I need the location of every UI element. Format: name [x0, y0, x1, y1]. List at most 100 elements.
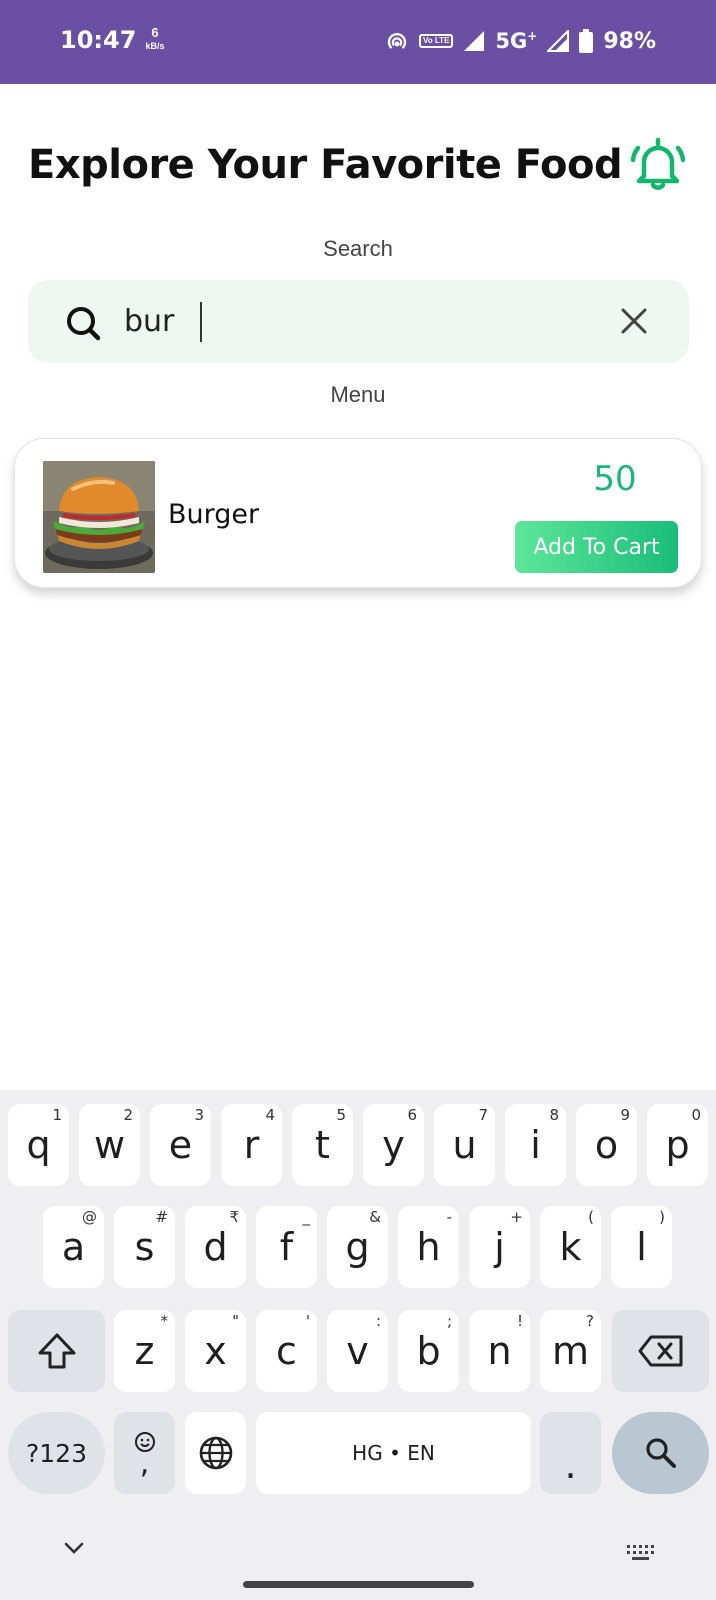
- key-r[interactable]: r4: [221, 1104, 282, 1186]
- key-o[interactable]: o9: [576, 1104, 637, 1186]
- menu-item-card[interactable]: Burger 50 Add To Cart: [14, 438, 702, 588]
- space-label: HG • EN: [352, 1441, 435, 1465]
- key-hint: 5: [336, 1106, 346, 1124]
- key-hint: _: [302, 1208, 311, 1226]
- key-hint: !: [516, 1312, 523, 1330]
- keyboard-switch-icon[interactable]: [626, 1544, 656, 1562]
- search-icon: [67, 307, 101, 341]
- key-hint: 2: [123, 1106, 133, 1124]
- key-hint: 3: [194, 1106, 204, 1124]
- key-u[interactable]: u7: [434, 1104, 495, 1186]
- key-label: q: [26, 1123, 51, 1167]
- text-caret: [200, 302, 202, 342]
- key-p[interactable]: p0: [647, 1104, 708, 1186]
- key-g[interactable]: g &: [327, 1206, 388, 1288]
- key-label: s: [134, 1225, 155, 1269]
- key-label: n: [487, 1329, 512, 1373]
- key-hint: 1: [52, 1106, 62, 1124]
- key-l[interactable]: l): [611, 1206, 672, 1288]
- item-price: 50: [593, 459, 637, 499]
- key-hint: 6: [407, 1106, 417, 1124]
- key-label: y: [382, 1123, 405, 1167]
- close-icon[interactable]: [619, 306, 649, 336]
- key-hint: +: [510, 1208, 523, 1226]
- symbols-key[interactable]: ?123: [8, 1412, 105, 1494]
- key-hint: 8: [549, 1106, 559, 1124]
- shift-key[interactable]: [8, 1310, 105, 1392]
- key-a[interactable]: a @: [43, 1206, 104, 1288]
- space-bar[interactable]: HG • EN: [256, 1412, 531, 1494]
- key-label: m: [551, 1329, 590, 1373]
- key-h[interactable]: h-: [398, 1206, 459, 1288]
- key-d[interactable]: d ₹: [185, 1206, 246, 1288]
- net-speed: 6 kB/s: [142, 26, 168, 51]
- key-n[interactable]: n!: [469, 1310, 530, 1392]
- key-hint: ': [305, 1312, 310, 1330]
- key-s[interactable]: s #: [114, 1206, 175, 1288]
- key-f[interactable]: f _: [256, 1206, 317, 1288]
- key-hint: @: [82, 1208, 97, 1226]
- key-y[interactable]: y6: [363, 1104, 424, 1186]
- volte-icon: Vo LTE: [419, 34, 454, 48]
- network-type: 5G+: [495, 29, 537, 53]
- backspace-key[interactable]: [612, 1310, 709, 1392]
- network-sup: +: [527, 29, 538, 43]
- key-label: u: [452, 1123, 477, 1167]
- key-k[interactable]: k(: [540, 1206, 601, 1288]
- key-v[interactable]: v:: [327, 1310, 388, 1392]
- period-key[interactable]: .: [540, 1412, 601, 1494]
- network-label: 5G: [495, 29, 528, 53]
- signal-icon-2: [547, 30, 570, 52]
- net-speed-unit: kB/s: [145, 41, 165, 51]
- search-input[interactable]: [124, 298, 594, 344]
- key-hint: 4: [265, 1106, 275, 1124]
- status-bar: 10:47 6 kB/s Vo LTE 5G+ 98%: [0, 0, 716, 84]
- chevron-down-icon[interactable]: [62, 1540, 86, 1556]
- key-x[interactable]: x ": [185, 1310, 246, 1392]
- symbols-label: ?123: [26, 1438, 87, 1468]
- key-w[interactable]: w2: [79, 1104, 140, 1186]
- key-e[interactable]: e3: [150, 1104, 211, 1186]
- key-label: c: [276, 1329, 297, 1373]
- key-hint: ": [232, 1312, 239, 1330]
- key-label: r: [243, 1123, 260, 1167]
- key-label: j: [494, 1225, 505, 1269]
- key-z[interactable]: z *: [114, 1310, 175, 1392]
- key-c[interactable]: c ': [256, 1310, 317, 1392]
- key-label: k: [559, 1225, 582, 1269]
- search-icon: [645, 1438, 676, 1468]
- key-label: i: [530, 1123, 541, 1167]
- key-b[interactable]: b;: [398, 1310, 459, 1392]
- key-label: w: [93, 1123, 126, 1167]
- period-label: .: [564, 1443, 577, 1487]
- key-m[interactable]: m?: [540, 1310, 601, 1392]
- burger-image: [43, 461, 155, 573]
- key-q[interactable]: q1: [8, 1104, 69, 1186]
- globe-icon: [199, 1436, 232, 1470]
- key-hint: ₹: [229, 1208, 239, 1226]
- key-label: a: [61, 1225, 86, 1269]
- key-hint: ): [659, 1208, 665, 1226]
- battery-level: 98%: [603, 28, 656, 54]
- key-label: x: [204, 1329, 227, 1373]
- key-hint: :: [375, 1312, 381, 1330]
- key-label: h: [416, 1225, 441, 1269]
- search-box[interactable]: [28, 280, 689, 363]
- key-j[interactable]: j +: [469, 1206, 530, 1288]
- battery-icon: [579, 29, 594, 53]
- hotspot-icon: [387, 33, 407, 49]
- search-key[interactable]: [612, 1412, 709, 1494]
- bell-icon[interactable]: [630, 134, 690, 194]
- key-i[interactable]: i8: [505, 1104, 566, 1186]
- add-to-cart-button[interactable]: Add To Cart: [515, 521, 678, 573]
- emoji-comma-key[interactable]: ,: [114, 1412, 175, 1494]
- key-hint: -: [446, 1208, 452, 1226]
- status-time: 10:47: [60, 26, 137, 54]
- gesture-handle[interactable]: [243, 1581, 474, 1588]
- key-t[interactable]: t5: [292, 1104, 353, 1186]
- key-hint: (: [588, 1208, 594, 1226]
- key-label: l: [636, 1225, 647, 1269]
- key-label: f: [279, 1225, 294, 1269]
- language-key[interactable]: [185, 1412, 246, 1494]
- item-name: Burger: [168, 499, 260, 530]
